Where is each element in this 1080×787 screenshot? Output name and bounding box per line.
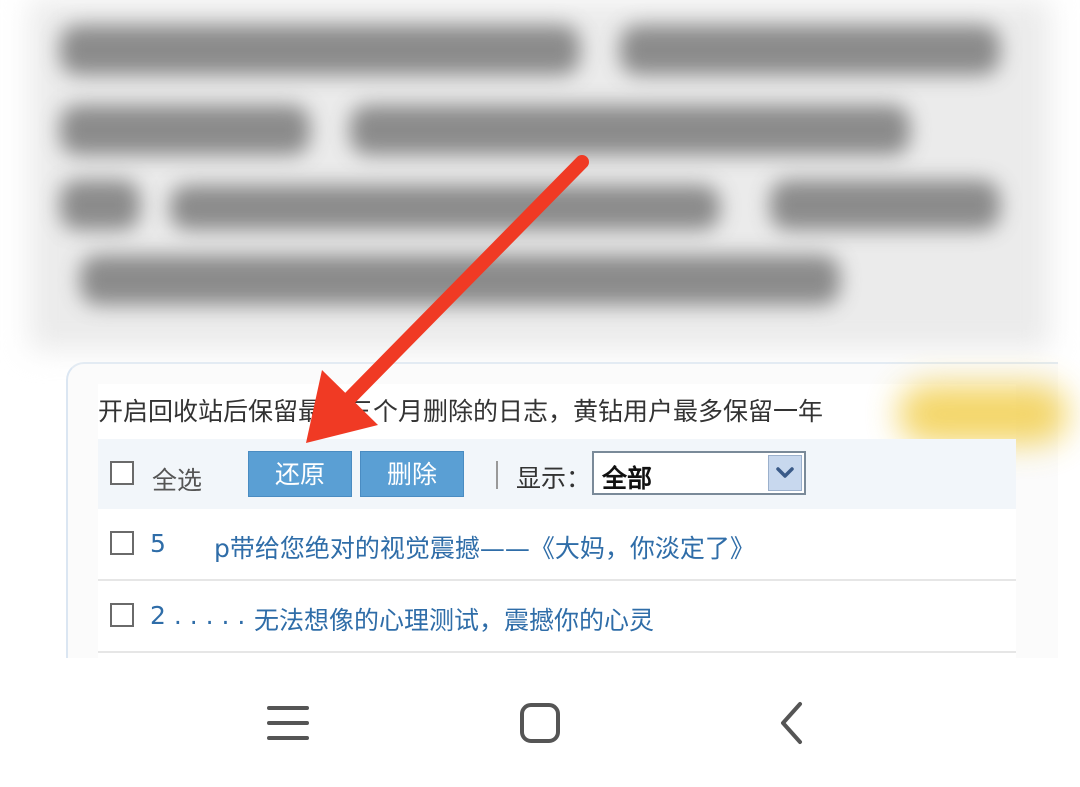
- recycle-bin-notice: 开启回收站后保留最近三个月删除的日志，黄钻用户最多保留一年: [98, 397, 824, 426]
- row-title-link[interactable]: p带给您绝对的视觉震撼——《大妈，你淡定了》: [214, 529, 755, 565]
- toolbar-separator: [496, 461, 498, 489]
- blurred-text-line: [620, 25, 1000, 75]
- display-filter-value: 全部: [602, 464, 653, 493]
- row-title-prefix: 5: [150, 529, 166, 558]
- action-toolbar: 全选 还原 删除 显示： 全部: [98, 439, 1016, 510]
- blurred-text-line: [80, 255, 840, 305]
- display-filter-select[interactable]: 全部: [592, 451, 806, 495]
- list-item: 5 p带给您绝对的视觉震撼——《大妈，你淡定了》: [98, 509, 1016, 581]
- restore-button[interactable]: 还原: [248, 451, 352, 497]
- blurred-text-line: [350, 105, 910, 155]
- blurred-text-line: [60, 105, 310, 155]
- blurred-badge: [898, 384, 1068, 444]
- display-filter-label: 显示：: [516, 464, 592, 493]
- row-checkbox[interactable]: [110, 603, 134, 627]
- screen: 开启回收站后保留最近三个月删除的日志，黄钻用户最多保留一年 全选 还原 删除 显…: [0, 0, 1080, 787]
- chevron-down-icon[interactable]: [768, 455, 802, 491]
- select-all-checkbox[interactable]: [110, 461, 134, 485]
- row-title-link[interactable]: 无法想像的心理测试，震撼你的心灵: [254, 601, 654, 637]
- back-icon[interactable]: [756, 688, 826, 758]
- system-navigation-bar: [0, 658, 1080, 787]
- blurred-text-line: [60, 180, 140, 230]
- menu-icon[interactable]: [253, 688, 323, 758]
- row-title-prefix: 2 . . . . .: [150, 601, 246, 630]
- blurred-text-line: [770, 180, 1000, 230]
- list-item: 2 . . . . . 无法想像的心理测试，震撼你的心灵: [98, 581, 1016, 653]
- select-all-label: 全选: [152, 466, 203, 495]
- recycle-bin-panel: 开启回收站后保留最近三个月删除的日志，黄钻用户最多保留一年 全选 还原 删除 显…: [66, 362, 1068, 664]
- panel-content: 开启回收站后保留最近三个月删除的日志，黄钻用户最多保留一年 全选 还原 删除 显…: [98, 384, 1068, 664]
- blurred-text-line: [60, 25, 580, 75]
- home-icon[interactable]: [505, 688, 575, 758]
- delete-button[interactable]: 删除: [360, 451, 464, 497]
- row-checkbox[interactable]: [110, 531, 134, 555]
- blurred-text-line: [170, 185, 720, 230]
